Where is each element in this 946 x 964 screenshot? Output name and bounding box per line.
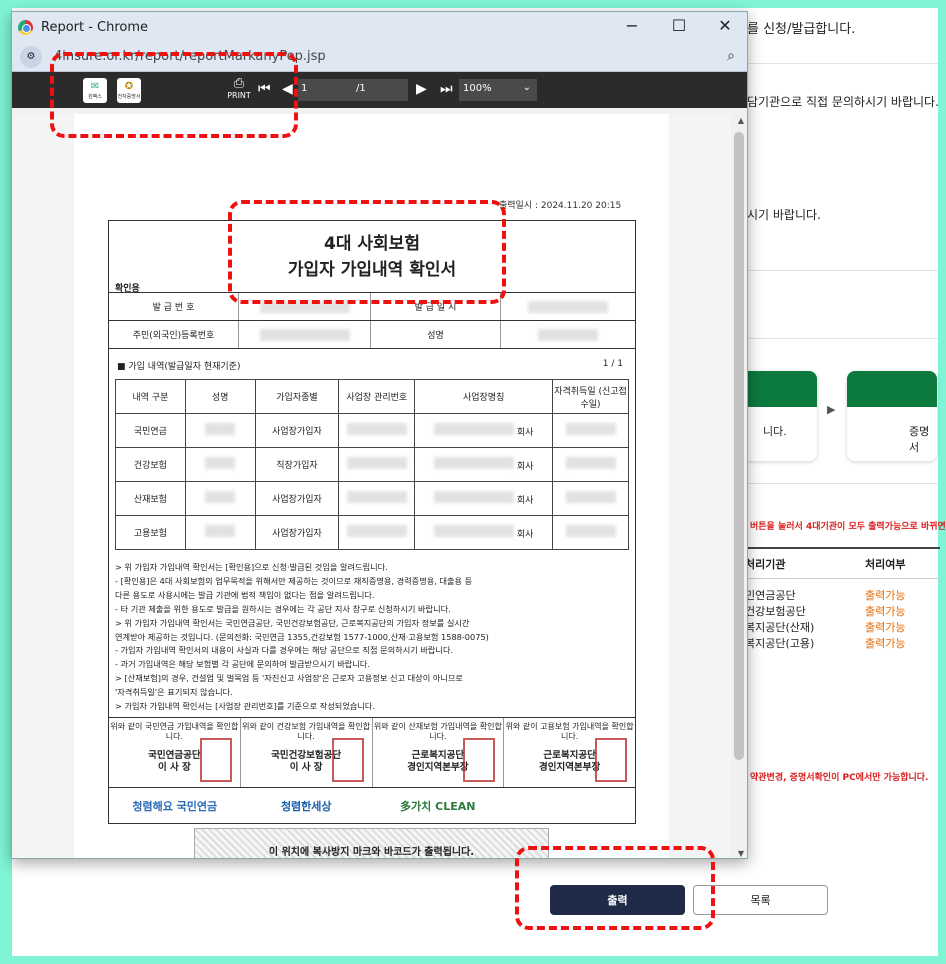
section-page: 1 / 1 — [602, 359, 623, 369]
stamp-industrial: 위와 같이 산재보험 가입내역을 확인합니다. 근로복지공단 경인지역본부장 — [373, 718, 505, 787]
status-badge: 출력가능 — [865, 621, 906, 634]
table-row: 국민연금 사업장가입자 회사 — [115, 413, 629, 448]
last-page-icon[interactable]: ⏭ — [440, 81, 453, 97]
bg-line-3: 시기 바랍니다. — [747, 208, 821, 222]
process-step-2: 증명서 — [847, 371, 937, 461]
logo-health: 청렴한세상 — [280, 799, 332, 813]
scrollbar-thumb[interactable] — [734, 132, 744, 760]
col-status: 처리여부 — [865, 557, 906, 571]
page-number-field[interactable]: 1 /1 — [298, 79, 408, 101]
bg-line-2: 담기관으로 직접 문의하시기 바랍니다. — [747, 95, 939, 109]
next-page-icon[interactable]: ▶ — [416, 81, 427, 97]
scroll-up-icon: ▲ — [737, 116, 744, 125]
highlight-toolbar-icons — [50, 52, 298, 138]
table-row: 민연금공단 출력가능 — [735, 587, 940, 603]
status-badge: 출력가능 — [865, 637, 906, 650]
bg-line-1: 를 신청/발급합니다. — [747, 22, 856, 37]
official-seal — [331, 738, 364, 782]
scrollbar[interactable]: ▲ ▼ — [731, 114, 747, 858]
stamp-health: 위와 같이 건강보험 가입내역을 확인합니다. 국민건강보험공단 이 사 장 — [241, 718, 373, 787]
official-seal — [199, 738, 232, 782]
stamp-pension: 위와 같이 국민연금 가입내역을 확인합니다. 국민연금공단 이 사 장 — [109, 718, 241, 787]
official-seal — [463, 738, 496, 782]
stamp-section: 위와 같이 국민연금 가입내역을 확인합니다. 국민연금공단 이 사 장 위와 같이… — [109, 717, 635, 787]
divider — [747, 338, 938, 339]
divider — [747, 270, 938, 271]
logo-pension: 청렴해요 국민연금 — [132, 799, 218, 813]
window-titlebar: Report - Chrome − ☐ ✕ — [12, 12, 747, 42]
notice-red-1: 버튼을 눌러서 4대기관이 모두 출력가능으로 바뀌면 — [750, 522, 946, 532]
close-icon[interactable]: ✕ — [710, 16, 740, 35]
subscription-table: 내역 구분 성명 가입자종별 사업장 관리번호 사업장명칭 자격취득일 (신고접… — [115, 379, 629, 550]
chevron-down-icon: ⌄ — [522, 82, 531, 93]
divider — [747, 483, 938, 484]
logo-clean: 多가치 CLEAN — [400, 799, 476, 813]
status-badge: 출력가능 — [865, 605, 906, 618]
notice-red-2: 약관변경, 증명서확인이 PC에서만 가능합니다. — [750, 773, 929, 783]
divider — [747, 63, 938, 64]
maximize-icon[interactable]: ☐ — [664, 16, 694, 35]
step-arrow-icon: ▶ — [827, 403, 836, 416]
table-row: 복지공단(고용) 출력가능 — [735, 635, 940, 651]
highlight-print-button — [515, 846, 715, 930]
official-seal — [595, 738, 627, 782]
info-row: 주민(외국인)등록번호 성명 — [109, 320, 635, 348]
notes: > 위 가입자 가입내역 확인서는 [확인용]으로 신청·발급된 것임을 알려드… — [115, 562, 489, 712]
status-badge: 출력가능 — [865, 589, 906, 602]
report-popup-window: Report - Chrome − ☐ ✕ ⚙ 4insure.or.kr/re… — [11, 11, 748, 859]
minimize-icon[interactable]: − — [617, 16, 647, 35]
table-row: 복지공단(산재) 출력가능 — [735, 619, 940, 635]
table-row: 건강보험공단 출력가능 — [735, 603, 940, 619]
certificate-document: 4대 사회보험 가입자 가입내역 확인서 확인용 발 급 번 호 발 급 일 시… — [108, 220, 636, 824]
zoom-select[interactable]: 100% ⌄ — [459, 79, 537, 101]
table-row: 건강보험 직장가입자 회사 — [115, 447, 629, 482]
issue-datetime: 출력일시 : 2024.11.20 20:15 — [499, 201, 622, 211]
scroll-down-icon: ▼ — [737, 849, 744, 858]
process-status-table: 처리기관 처리여부 민연금공단 출력가능 건강보험공단 출력가능 복지공단(산재) 출… — [735, 547, 940, 651]
logo-strip: 청렴해요 국민연금 청렴한세상 多가치 CLEAN — [109, 787, 635, 823]
table-row: 고용보험 사업장가입자 회사 — [115, 515, 629, 550]
col-org: 처리기관 — [745, 557, 786, 571]
window-title: Report - Chrome — [41, 19, 149, 35]
section-title: ■ 가입 내역(발급일자 현재기준) — [117, 362, 241, 372]
zoom-icon[interactable]: ⌕ — [727, 48, 735, 64]
chrome-icon — [18, 19, 33, 35]
table-row: 산재보험 사업장가입자 회사 — [115, 481, 629, 516]
highlight-title — [228, 200, 506, 304]
site-info-icon[interactable]: ⚙ — [20, 45, 42, 68]
barcode-area: 이 위치에 복사방지 마크와 바코드가 출력됩니다. — [194, 828, 549, 858]
stamp-employment: 위와 같이 고용보험 가입내역을 확인합니다. 근로복지공단 경인지역본부장 — [504, 718, 635, 787]
